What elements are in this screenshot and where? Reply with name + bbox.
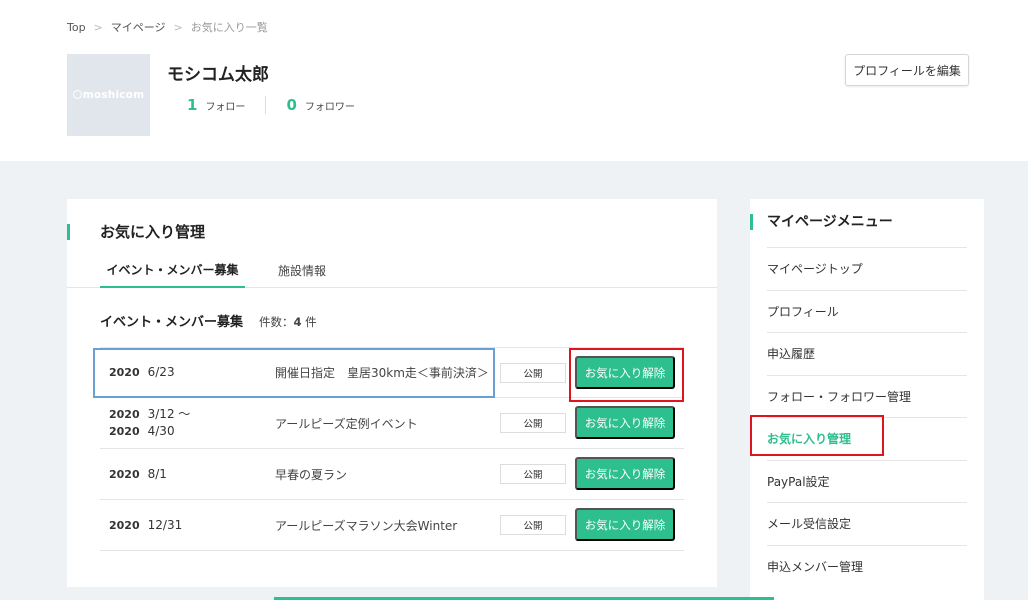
mypage-sidebar: マイページメニュー マイページトップ プロフィール 申込履歴 フォロー・フォロワ…: [750, 199, 984, 600]
status-badge: 公開: [500, 515, 566, 535]
moshicom-logo: moshicom: [72, 89, 144, 101]
sidebar-item-application-history[interactable]: 申込履歴: [767, 332, 967, 375]
favorites-tabs: イベント・メンバー募集 施設情報: [67, 253, 717, 288]
follower-label: フォロワー: [304, 102, 355, 113]
follow-stat[interactable]: 1 フォロー: [187, 96, 245, 114]
remove-favorite-button[interactable]: お気に入り解除: [575, 406, 675, 439]
sidebar-item-member-management[interactable]: 申込メンバー管理: [767, 544, 967, 588]
event-title-link[interactable]: アールピーズ定例イベント: [275, 398, 418, 448]
status-badge: 公開: [500, 413, 566, 433]
list-item: 2020 3/12 ～ 2020 4/30 アールピーズ定例イベント 公開 お気に入…: [100, 398, 684, 449]
tab-facilities[interactable]: 施設情報: [257, 253, 347, 288]
event-date: 2020 3/12 ～ 2020 4/30: [109, 407, 191, 438]
breadcrumb-mypage-link[interactable]: マイページ: [111, 19, 166, 35]
sidebar-item-follow-management[interactable]: フォロー・フォロワー管理: [767, 374, 967, 418]
stat-divider: [265, 96, 267, 114]
list-item: 2020 8/1 早春の夏ラン 公開 お気に入り解除: [100, 449, 684, 500]
breadcrumb-separator: >: [93, 20, 103, 34]
event-title-link[interactable]: 早春の夏ラン: [275, 449, 347, 499]
status-badge: 公開: [500, 464, 566, 484]
sidebar-item-paypal[interactable]: PayPal設定: [767, 459, 967, 503]
breadcrumb-top-link[interactable]: Top: [67, 21, 86, 34]
item-count: 件数：4 件: [259, 315, 317, 329]
remove-favorite-button[interactable]: お気に入り解除: [575, 508, 675, 541]
sidebar-title: マイページメニュー: [767, 214, 893, 230]
breadcrumb-separator: >: [173, 20, 183, 34]
user-name: モシコム太郎: [167, 65, 269, 85]
title-accent-bar: [67, 224, 70, 240]
follower-stat[interactable]: 0 フォロワー: [286, 96, 354, 114]
annotation-highlight-red: [569, 348, 684, 402]
tab-events[interactable]: イベント・メンバー募集: [100, 253, 245, 288]
event-title-link[interactable]: アールピーズマラソン大会Winter: [275, 500, 457, 550]
event-date: 2020 12/31: [109, 517, 183, 532]
list-item: 2020 12/31 アールピーズマラソン大会Winter 公開 お気に入り解除: [100, 500, 684, 551]
title-accent-bar: [750, 214, 753, 230]
list-heading: イベント・メンバー募集 件数：4 件: [100, 311, 317, 330]
status-badge: 公開: [500, 363, 566, 383]
follow-label: フォロー: [205, 102, 246, 113]
panel-title: お気に入り管理: [100, 223, 206, 241]
list-heading-title: イベント・メンバー募集: [100, 315, 244, 330]
profile-header: Top > マイページ > お気に入り一覧 moshicom モシコム太郎 1 …: [0, 0, 1028, 161]
follow-count: 1: [187, 96, 198, 114]
sidebar-item-mail-settings[interactable]: メール受信設定: [767, 502, 967, 545]
event-date: 2020 8/1: [109, 466, 167, 481]
follow-stats: 1 フォロー 0 フォロワー: [187, 96, 355, 114]
remove-favorite-button[interactable]: お気に入り解除: [575, 457, 675, 490]
breadcrumb: Top > マイページ > お気に入り一覧: [67, 19, 268, 35]
edit-profile-button[interactable]: プロフィールを編集: [845, 54, 969, 86]
annotation-highlight-blue: [93, 348, 495, 398]
avatar: moshicom: [67, 54, 150, 136]
follower-count: 0: [286, 96, 297, 114]
annotation-highlight-red: [750, 415, 884, 456]
sidebar-item-mypage-top[interactable]: マイページトップ: [767, 247, 967, 290]
breadcrumb-current: お気に入り一覧: [190, 21, 268, 34]
sidebar-item-profile[interactable]: プロフィール: [767, 289, 967, 333]
